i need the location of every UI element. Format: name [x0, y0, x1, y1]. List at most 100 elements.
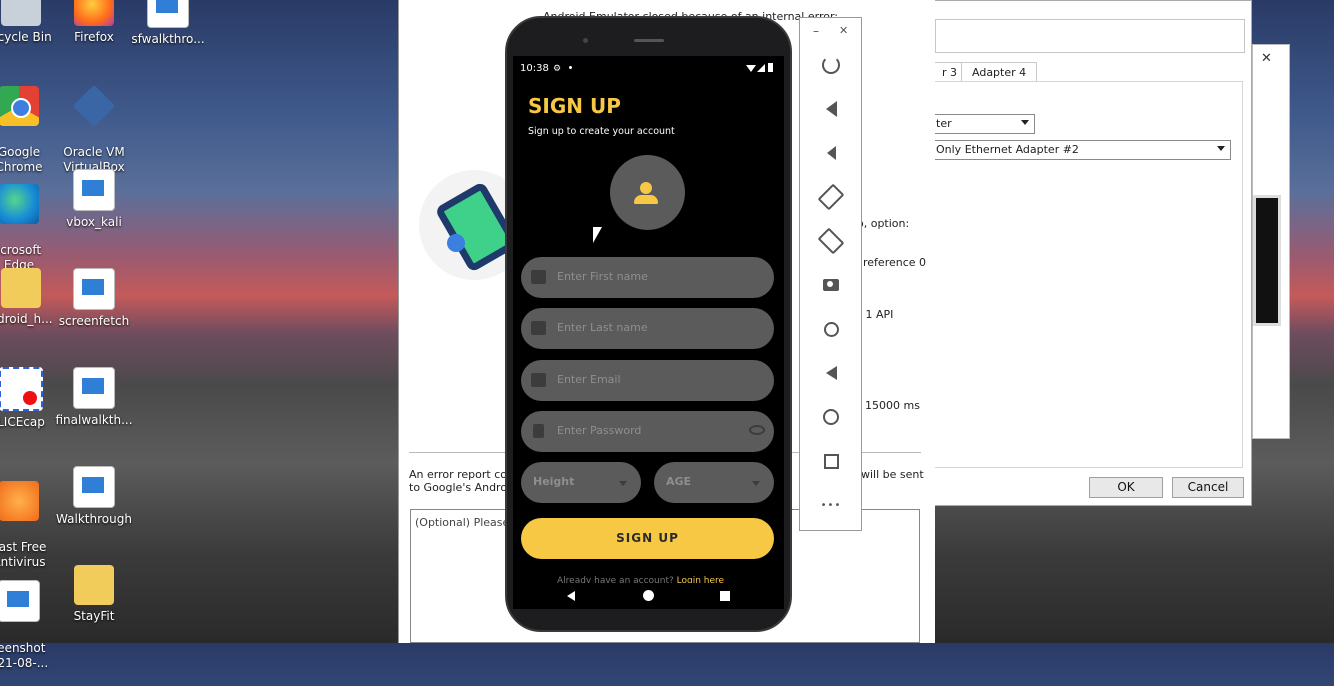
password-field[interactable]: Enter Password [521, 411, 774, 452]
volume-up-button[interactable] [820, 98, 842, 120]
report-text-1: An error report cont [409, 468, 519, 481]
minimize-button[interactable]: – [813, 24, 819, 38]
password-placeholder: Enter Password [557, 424, 642, 437]
desktop-icon-finalwalkthrough[interactable]: finalwalkth... [55, 367, 133, 428]
height-select[interactable]: Height [521, 462, 641, 503]
network-settings-dialog: r 3 Adapter 4 ter Only Ethernet Adapter … [930, 0, 1252, 506]
desktop-icon-label: sfwalkthro... [131, 32, 205, 46]
back-button[interactable] [820, 362, 842, 384]
licecap-icon [0, 367, 43, 411]
emulator-toolbar: – ✕ ••• [799, 17, 862, 531]
volume-up-icon [825, 101, 837, 117]
nav-overview-icon[interactable] [720, 591, 730, 601]
home-icon [823, 409, 839, 425]
virtualbox-icon [72, 84, 116, 128]
desktop-icon-firefox[interactable]: Firefox [55, 0, 133, 45]
settings-status-icon: ⚙ [553, 64, 562, 74]
more-button[interactable]: ••• [820, 494, 842, 516]
desktop-icon-label: ndroid_h... [0, 312, 53, 326]
desktop-icon-licecap[interactable]: LICEcap [0, 367, 60, 430]
desktop-icon-label: Firefox [74, 30, 114, 44]
tab-adapter-4[interactable]: Adapter 4 [961, 62, 1038, 82]
chrome-icon [0, 86, 39, 126]
desktop-icon-sfwalkthrough[interactable]: sfwalkthro... [129, 0, 207, 47]
power-icon [822, 56, 840, 74]
wifi-icon [746, 65, 756, 72]
blue-dot [447, 234, 465, 252]
volume-down-button[interactable] [820, 142, 842, 164]
status-time: 10:38 [520, 63, 549, 74]
chevron-down-icon [1217, 146, 1225, 151]
nav-home-icon[interactable] [643, 590, 654, 601]
rotate-right-button[interactable] [817, 227, 845, 255]
desktop-icon-android-h[interactable]: ndroid_h... [0, 268, 60, 327]
age-label: AGE [666, 475, 692, 488]
desktop-icon-label: StayFit [73, 609, 115, 623]
report-text-2: to Google's Android [409, 481, 518, 494]
close-button[interactable]: ✕ [839, 24, 848, 37]
error-fragment: 15000 ms [865, 399, 920, 412]
nav-back-icon[interactable] [567, 591, 575, 601]
eye-off-icon[interactable] [749, 425, 765, 435]
signup-button-label: SIGN UP [616, 531, 679, 545]
phone-screen: 10:38 ⚙ SIGN UP Sign up to create your a… [513, 56, 784, 609]
rotate-left-button[interactable] [817, 183, 845, 211]
notification-dot-icon [569, 66, 572, 69]
adapter-name-select[interactable]: Only Ethernet Adapter #2 [931, 140, 1231, 160]
last-name-field[interactable]: Enter Last name [521, 308, 774, 349]
camera-icon [823, 279, 839, 291]
error-fragment: o, option: [857, 217, 910, 230]
mouse-cursor [593, 227, 602, 243]
image-file-icon [147, 0, 189, 28]
screenshot-button[interactable] [820, 274, 842, 296]
first-name-placeholder: Enter First name [557, 270, 648, 283]
cancel-button[interactable]: Cancel [1172, 477, 1244, 498]
desktop-icon-recycle-bin[interactable]: ecycle Bin [0, 0, 60, 45]
folder-icon [74, 565, 114, 605]
dialog-top-field [935, 19, 1245, 53]
chevron-down-icon [1021, 120, 1029, 125]
close-icon[interactable]: ✕ [1261, 51, 1272, 66]
zoom-button[interactable] [820, 318, 842, 340]
volume-down-icon [826, 146, 836, 160]
error-fragment: reference 0 [863, 256, 927, 269]
rotate-right-icon [817, 227, 845, 255]
virtualbox-main-window: ✕ [1252, 44, 1290, 439]
image-file-icon [73, 169, 115, 211]
chevron-down-icon [752, 481, 760, 486]
attached-to-select[interactable]: ter [931, 114, 1035, 134]
desktop-icon-screenshot[interactable]: reenshot 021-08-... [0, 565, 58, 686]
image-file-icon [73, 466, 115, 508]
speaker-grill [634, 39, 664, 42]
desktop-icon-vbox-kali[interactable]: vbox_kali [55, 169, 133, 230]
person-body-icon [634, 195, 658, 204]
preview-panel [1253, 195, 1281, 326]
battery-icon [768, 63, 773, 72]
age-select[interactable]: AGE [654, 462, 774, 503]
signup-button[interactable]: SIGN UP [521, 518, 774, 559]
desktop-icon-walkthrough[interactable]: Walkthrough [55, 466, 133, 527]
email-field[interactable]: Enter Email [521, 360, 774, 401]
first-name-field[interactable]: Enter First name [521, 257, 774, 298]
home-button[interactable] [820, 406, 842, 428]
front-camera [583, 38, 588, 43]
desktop-icon-label: Walkthrough [56, 512, 132, 526]
attached-to-value: ter [936, 117, 952, 130]
ok-button[interactable]: OK [1089, 477, 1163, 498]
desktop-icon-stayfit[interactable]: StayFit [55, 565, 133, 624]
more-icon: ••• [820, 499, 842, 511]
desktop-icon-screenfetch[interactable]: screenfetch [55, 268, 133, 329]
desktop-icon-label: reenshot 021-08-... [0, 641, 49, 670]
avatar[interactable] [610, 155, 685, 230]
nav-bar [513, 583, 784, 609]
id-card-icon [531, 270, 546, 284]
firefox-icon [74, 0, 114, 26]
last-name-placeholder: Enter Last name [557, 321, 648, 334]
adapter-name-value: Only Ethernet Adapter #2 [936, 143, 1079, 156]
overview-button[interactable] [820, 450, 842, 472]
folder-icon [1, 268, 41, 308]
desktop-icon-label: vbox_kali [66, 215, 122, 229]
signal-icon [757, 64, 765, 72]
image-file-icon [73, 268, 115, 310]
power-button[interactable] [820, 54, 842, 76]
